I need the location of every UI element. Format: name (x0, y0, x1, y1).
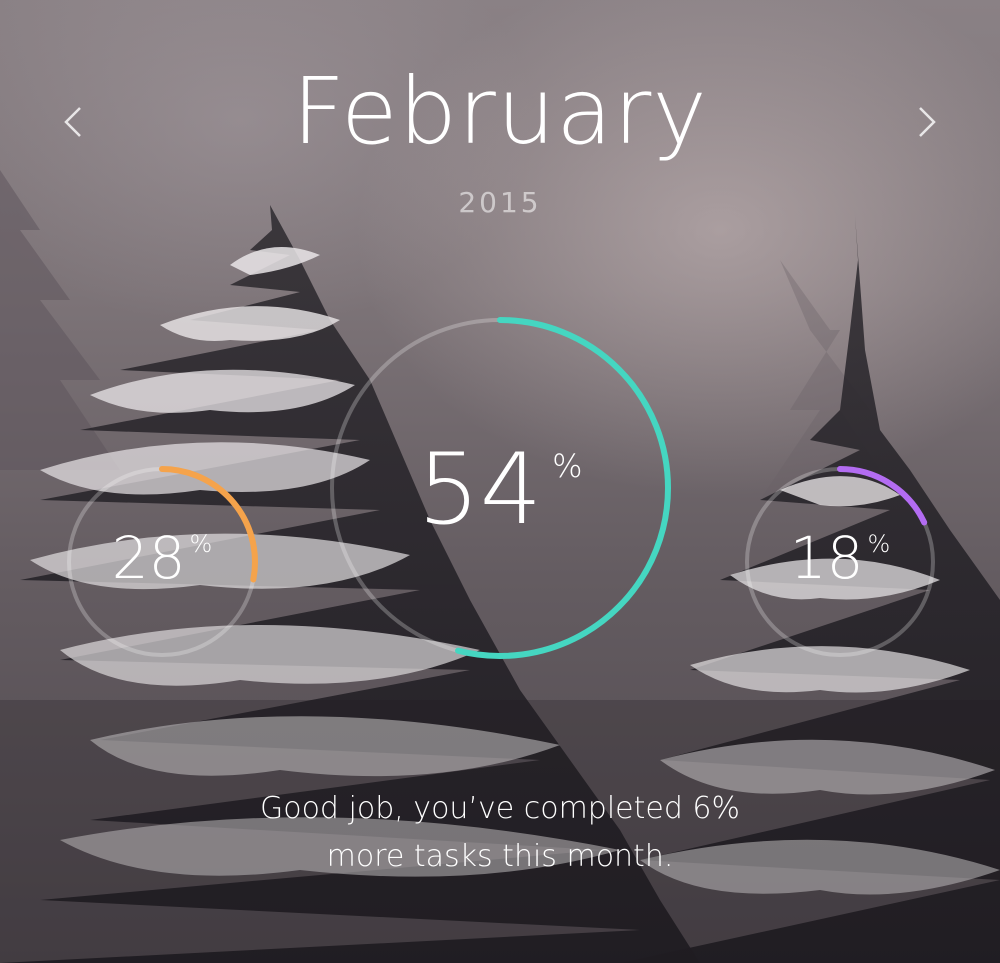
month-title: February (292, 58, 708, 165)
summary-line-2: more tasks this month. (326, 839, 674, 874)
ring-number: 18 (789, 524, 864, 592)
year-label: 2015 (458, 186, 542, 219)
summary-line-1: Good job, you’ve completed 6% (259, 791, 741, 826)
percent-sign: % (552, 447, 583, 485)
percent-sign: % (867, 530, 891, 558)
progress-ring-right: 18% (740, 462, 940, 662)
progress-ring-left: 28% (62, 462, 262, 662)
percent-sign: % (189, 530, 213, 558)
summary-message: Good job, you’ve completed 6% more tasks… (0, 785, 1000, 881)
ring-value-center: 54% (327, 433, 673, 547)
ring-value-left: 28% (62, 524, 262, 592)
progress-ring-center: 54% (327, 315, 673, 661)
ring-value-right: 18% (740, 524, 940, 592)
ring-number: 54 (417, 433, 543, 547)
ring-number: 28 (111, 524, 186, 592)
